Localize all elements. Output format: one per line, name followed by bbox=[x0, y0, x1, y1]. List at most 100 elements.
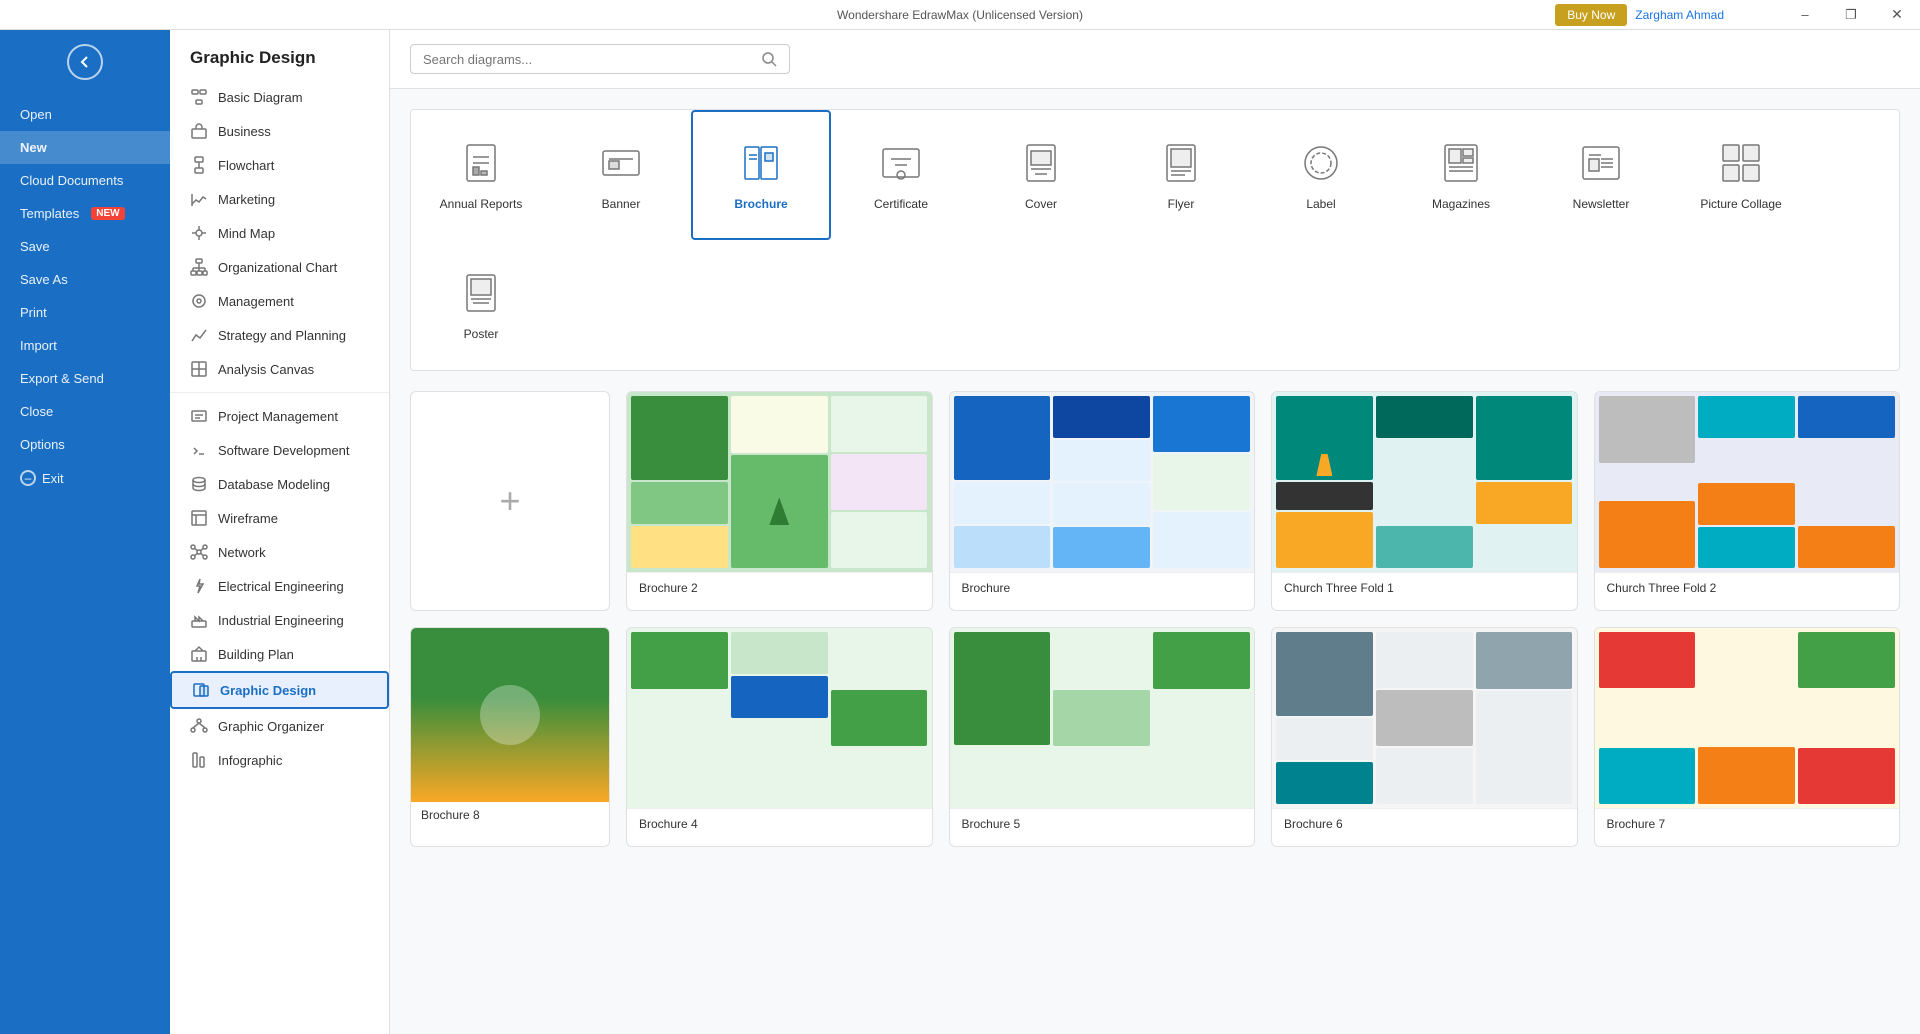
template-church-2[interactable]: Church Three Fold 2 bbox=[1594, 391, 1901, 611]
options-label: Options bbox=[20, 437, 65, 452]
category-org-chart[interactable]: Organizational Chart bbox=[170, 250, 389, 284]
sidebar-item-print[interactable]: Print bbox=[0, 296, 170, 329]
electrical-icon bbox=[190, 577, 208, 595]
brochure-preview bbox=[950, 392, 1255, 572]
church1-label: Church Three Fold 1 bbox=[1272, 572, 1577, 603]
category-software[interactable]: Software Development bbox=[170, 433, 389, 467]
sidebar-item-saveas[interactable]: Save As bbox=[0, 263, 170, 296]
template-brochure-food-left[interactable]: Brochure 8 bbox=[410, 627, 610, 847]
sidebar-item-exit[interactable]: – Exit bbox=[0, 461, 170, 495]
magazines-label: Magazines bbox=[1432, 197, 1490, 211]
template-brochure-2[interactable]: Brochure 2 bbox=[626, 391, 933, 611]
export-label: Export & Send bbox=[20, 371, 104, 386]
furniture-label: Brochure 5 bbox=[950, 808, 1255, 839]
category-sidebar: Graphic Design Basic Diagram Business Fl… bbox=[170, 30, 390, 1034]
category-basic-diagram[interactable]: Basic Diagram bbox=[170, 80, 389, 114]
category-icon-certificate[interactable]: Certificate bbox=[831, 110, 971, 240]
church2-label: Church Three Fold 2 bbox=[1595, 572, 1900, 603]
category-icon-newsletter[interactable]: Newsletter bbox=[1531, 110, 1671, 240]
new-badge: NEW bbox=[91, 207, 124, 220]
label-icon bbox=[1297, 139, 1345, 187]
analysis-icon bbox=[190, 360, 208, 378]
template-brochure-furniture[interactable]: Brochure 5 bbox=[949, 627, 1256, 847]
certificate-label: Certificate bbox=[874, 197, 928, 211]
brochure-label: Brochure bbox=[950, 572, 1255, 603]
search-input-wrap[interactable] bbox=[410, 44, 790, 74]
buy-now-button[interactable]: Buy Now bbox=[1555, 4, 1627, 26]
bottom-templates-grid: Brochure 8 bbox=[410, 627, 1900, 847]
category-flowchart[interactable]: Flowchart bbox=[170, 148, 389, 182]
flyer-icon bbox=[1157, 139, 1205, 187]
category-infographic[interactable]: Infographic bbox=[170, 743, 389, 777]
category-business[interactable]: Business bbox=[170, 114, 389, 148]
template-brochure-food[interactable]: Brochure 7 bbox=[1594, 627, 1901, 847]
marketing-icon bbox=[190, 190, 208, 208]
templates-label: Templates bbox=[20, 206, 79, 221]
category-icon-poster[interactable]: Poster bbox=[411, 240, 551, 370]
template-brochure[interactable]: Brochure bbox=[949, 391, 1256, 611]
exit-label: Exit bbox=[42, 471, 64, 486]
church1-preview bbox=[1272, 392, 1577, 572]
minimize-button[interactable]: – bbox=[1782, 0, 1828, 29]
furniture-preview bbox=[950, 628, 1255, 808]
category-graphic-design[interactable]: Graphic Design bbox=[170, 671, 389, 709]
category-organizer[interactable]: Graphic Organizer bbox=[170, 709, 389, 743]
sidebar-item-templates[interactable]: Templates NEW bbox=[0, 197, 170, 230]
search-icon bbox=[761, 51, 777, 67]
category-marketing[interactable]: Marketing bbox=[170, 182, 389, 216]
corporate-preview bbox=[627, 628, 932, 808]
category-network[interactable]: Network bbox=[170, 535, 389, 569]
poster-label: Poster bbox=[464, 327, 499, 341]
category-wireframe[interactable]: Wireframe bbox=[170, 501, 389, 535]
modern-preview bbox=[1272, 628, 1577, 808]
maximize-button[interactable]: ❐ bbox=[1828, 0, 1874, 29]
strategy-icon bbox=[190, 326, 208, 344]
category-header: Graphic Design bbox=[170, 30, 389, 80]
sidebar-item-close[interactable]: Close bbox=[0, 395, 170, 428]
category-management[interactable]: Management bbox=[170, 284, 389, 318]
category-icon-flyer[interactable]: Flyer bbox=[1111, 110, 1251, 240]
poster-icon bbox=[457, 269, 505, 317]
category-analysis[interactable]: Analysis Canvas bbox=[170, 352, 389, 386]
close-window-button[interactable]: ✕ bbox=[1874, 0, 1920, 29]
corporate-label: Brochure 4 bbox=[627, 808, 932, 839]
sidebar-item-cloud[interactable]: Cloud Documents bbox=[0, 164, 170, 197]
brochure-2-preview bbox=[627, 392, 932, 572]
category-icon-collage[interactable]: Picture Collage bbox=[1671, 110, 1811, 240]
sidebar-item-export[interactable]: Export & Send bbox=[0, 362, 170, 395]
back-button[interactable] bbox=[67, 44, 103, 80]
category-icon-banner[interactable]: Banner bbox=[551, 110, 691, 240]
sidebar-item-import[interactable]: Import bbox=[0, 329, 170, 362]
category-icon-label[interactable]: Label bbox=[1251, 110, 1391, 240]
sidebar-item-options[interactable]: Options bbox=[0, 428, 170, 461]
category-icon-cover[interactable]: Cover bbox=[971, 110, 1111, 240]
template-church-1[interactable]: Church Three Fold 1 bbox=[1271, 391, 1578, 611]
category-strategy[interactable]: Strategy and Planning bbox=[170, 318, 389, 352]
network-icon bbox=[190, 543, 208, 561]
sidebar-item-save[interactable]: Save bbox=[0, 230, 170, 263]
template-brochure-modern[interactable]: Brochure 6 bbox=[1271, 627, 1578, 847]
template-brochure-corporate[interactable]: Brochure 4 bbox=[626, 627, 933, 847]
newsletter-icon bbox=[1577, 139, 1625, 187]
add-new-button[interactable]: + bbox=[410, 391, 610, 611]
add-icon: + bbox=[499, 480, 520, 522]
category-icon-magazines[interactable]: Magazines bbox=[1391, 110, 1531, 240]
church2-preview bbox=[1595, 392, 1900, 572]
search-input[interactable] bbox=[423, 52, 761, 67]
user-name[interactable]: Zargham Ahmad bbox=[1635, 8, 1724, 22]
management-icon bbox=[190, 292, 208, 310]
modern-label: Brochure 6 bbox=[1272, 808, 1577, 839]
category-icon-brochure[interactable]: Brochure bbox=[691, 110, 831, 240]
search-bar bbox=[390, 30, 1920, 89]
infographic-icon bbox=[190, 751, 208, 769]
sidebar-item-open[interactable]: Open bbox=[0, 98, 170, 131]
sidebar-item-new[interactable]: New bbox=[0, 131, 170, 164]
category-database[interactable]: Database Modeling bbox=[170, 467, 389, 501]
category-icon-annual-reports[interactable]: Annual Reports bbox=[411, 110, 551, 240]
category-electrical[interactable]: Electrical Engineering bbox=[170, 569, 389, 603]
category-industrial[interactable]: Industrial Engineering bbox=[170, 603, 389, 637]
category-building[interactable]: Building Plan bbox=[170, 637, 389, 671]
titlebar-title: Wondershare EdrawMax (Unlicensed Version… bbox=[837, 8, 1083, 22]
category-mindmap[interactable]: Mind Map bbox=[170, 216, 389, 250]
category-project[interactable]: Project Management bbox=[170, 399, 389, 433]
